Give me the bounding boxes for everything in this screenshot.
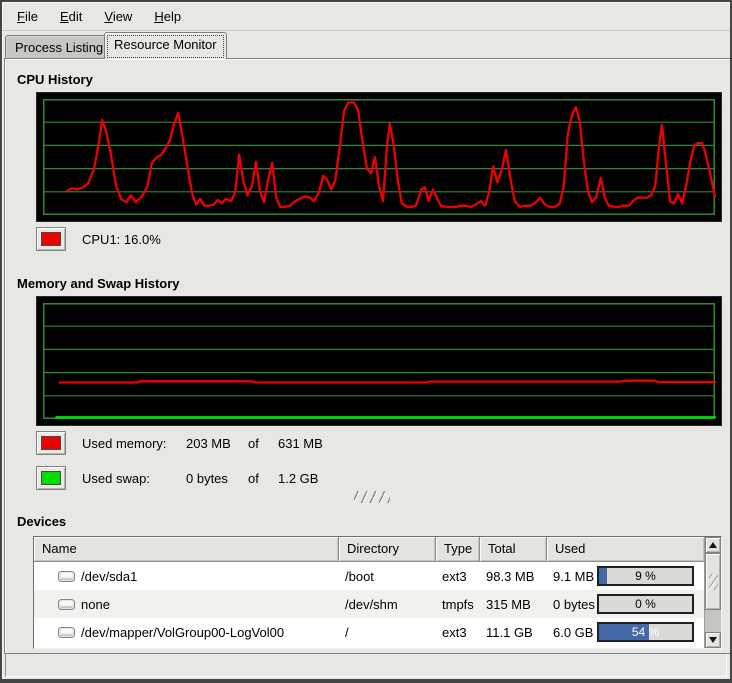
cpu-history-title: CPU History: [17, 72, 93, 87]
scroll-up-button[interactable]: [705, 537, 721, 553]
cpu-color-swatch-button[interactable]: [36, 227, 66, 251]
menu-edit[interactable]: Edit: [49, 4, 93, 29]
devices-title: Devices: [17, 514, 66, 529]
device-type-cell: tmpfs: [436, 590, 480, 618]
devices-table-header: Name Directory Type Total Used: [34, 537, 704, 562]
column-header-type[interactable]: Type: [436, 537, 480, 562]
swap-used-value: 0 bytes: [186, 471, 248, 486]
device-type-cell: ext3: [436, 562, 480, 590]
resource-monitor-page: CPU History CPU1: 16.0% Memory and Swap …: [4, 58, 732, 654]
device-total-cell: 98.3 MB: [480, 562, 547, 590]
memory-swap-title: Memory and Swap History: [17, 276, 180, 291]
device-name: /dev/mapper/VolGroup00-LogVol00: [81, 625, 284, 640]
table-row[interactable]: /dev/mapper/VolGroup00-LogVol00 /ext311.1…: [34, 618, 704, 646]
swap-legend-label: Used swap:: [82, 471, 186, 486]
usage-progress-bar: 54 %: [597, 622, 694, 642]
memory-total-value: 631 MB: [278, 436, 323, 451]
device-used-cell: 0 bytes0 %: [547, 590, 704, 618]
memory-swap-chart: [36, 296, 722, 426]
usage-progress-bar: 0 %: [597, 594, 694, 614]
device-used-value: 0 bytes: [553, 597, 597, 612]
memory-legend-row: Used memory: 203 MB of 631 MB: [36, 431, 323, 455]
device-name: none: [81, 597, 110, 612]
swap-color-chip: [41, 471, 61, 485]
devices-table: Name Directory Type Total Used /dev/sda1…: [33, 536, 722, 649]
menu-file[interactable]: File: [6, 4, 49, 29]
column-header-directory[interactable]: Directory: [339, 537, 436, 562]
swap-legend-row: Used swap: 0 bytes of 1.2 GB: [36, 466, 318, 490]
cpu-legend-row: CPU1: 16.0%: [36, 227, 161, 251]
progress-label: 0 %: [599, 597, 692, 611]
device-name-cell: none: [34, 590, 339, 618]
cpu-history-chart: [36, 92, 722, 222]
device-total-cell: 11.1 GB: [480, 618, 547, 646]
tab-resource-monitor[interactable]: Resource Monitor: [104, 32, 227, 59]
device-used-value: 9.1 MB: [553, 569, 597, 584]
up-arrow-icon: [709, 542, 717, 548]
device-directory-cell: /dev/shm: [339, 590, 436, 618]
scrollbar-grip-icon: [709, 574, 718, 590]
table-row[interactable]: none/dev/shmtmpfs315 MB0 bytes0 %: [34, 590, 704, 618]
drive-icon: [58, 626, 75, 639]
column-header-name[interactable]: Name: [34, 537, 339, 562]
tab-process-listing[interactable]: Process Listing: [5, 35, 113, 59]
tab-strip: Process Listing Resource Monitor: [2, 31, 730, 58]
device-name-cell: /dev/mapper/VolGroup00-LogVol00: [34, 618, 339, 646]
tab-label: Resource Monitor: [114, 37, 217, 52]
drive-icon: [58, 598, 75, 611]
swap-color-swatch-button[interactable]: [36, 466, 66, 490]
column-header-total[interactable]: Total: [480, 537, 547, 562]
device-type-cell: ext3: [436, 618, 480, 646]
memory-color-swatch-button[interactable]: [36, 431, 66, 455]
device-directory-cell: /boot: [339, 562, 436, 590]
progress-label: 9 %: [599, 569, 692, 583]
tab-label: Process Listing: [15, 40, 103, 55]
devices-treeview: Name Directory Type Total Used /dev/sda1…: [34, 537, 704, 648]
scrollbar-track[interactable]: [705, 553, 721, 632]
usage-progress-bar: 9 %: [597, 566, 694, 586]
devices-table-body: /dev/sda1/bootext398.3 MB9.1 MB9 %none/d…: [34, 562, 704, 646]
menu-view[interactable]: View: [93, 4, 143, 29]
swap-of-text: of: [248, 471, 278, 486]
status-bar: [5, 653, 727, 677]
menu-help[interactable]: Help: [143, 4, 192, 29]
menu-bar: File Edit View Help: [2, 2, 730, 31]
device-name: /dev/sda1: [81, 569, 137, 584]
device-used-cell: 9.1 MB9 %: [547, 562, 704, 590]
drive-icon: [58, 570, 75, 583]
scrollbar-thumb[interactable]: [705, 553, 721, 610]
column-header-used[interactable]: Used: [547, 537, 704, 562]
device-used-value: 6.0 GB: [553, 625, 597, 640]
scroll-down-button[interactable]: [705, 632, 721, 648]
device-used-cell: 6.0 GB54 %: [547, 618, 704, 646]
table-row[interactable]: /dev/sda1/bootext398.3 MB9.1 MB9 %: [34, 562, 704, 590]
system-monitor-window: File Edit View Help Process Listing Reso…: [0, 0, 732, 683]
cpu-legend-label: CPU1: 16.0%: [82, 232, 161, 247]
device-total-cell: 315 MB: [480, 590, 547, 618]
device-directory-cell: /: [339, 618, 436, 646]
memory-color-chip: [41, 436, 61, 450]
memory-used-value: 203 MB: [186, 436, 248, 451]
memory-of-text: of: [248, 436, 278, 451]
down-arrow-icon: [709, 637, 717, 643]
memory-legend-label: Used memory:: [82, 436, 186, 451]
progress-label: 54 %: [599, 625, 692, 639]
vertical-scrollbar[interactable]: [704, 537, 721, 648]
swap-total-value: 1.2 GB: [278, 471, 318, 486]
pane-resize-handle[interactable]: [354, 491, 390, 503]
cpu-color-chip: [41, 232, 61, 246]
device-name-cell: /dev/sda1: [34, 562, 339, 590]
